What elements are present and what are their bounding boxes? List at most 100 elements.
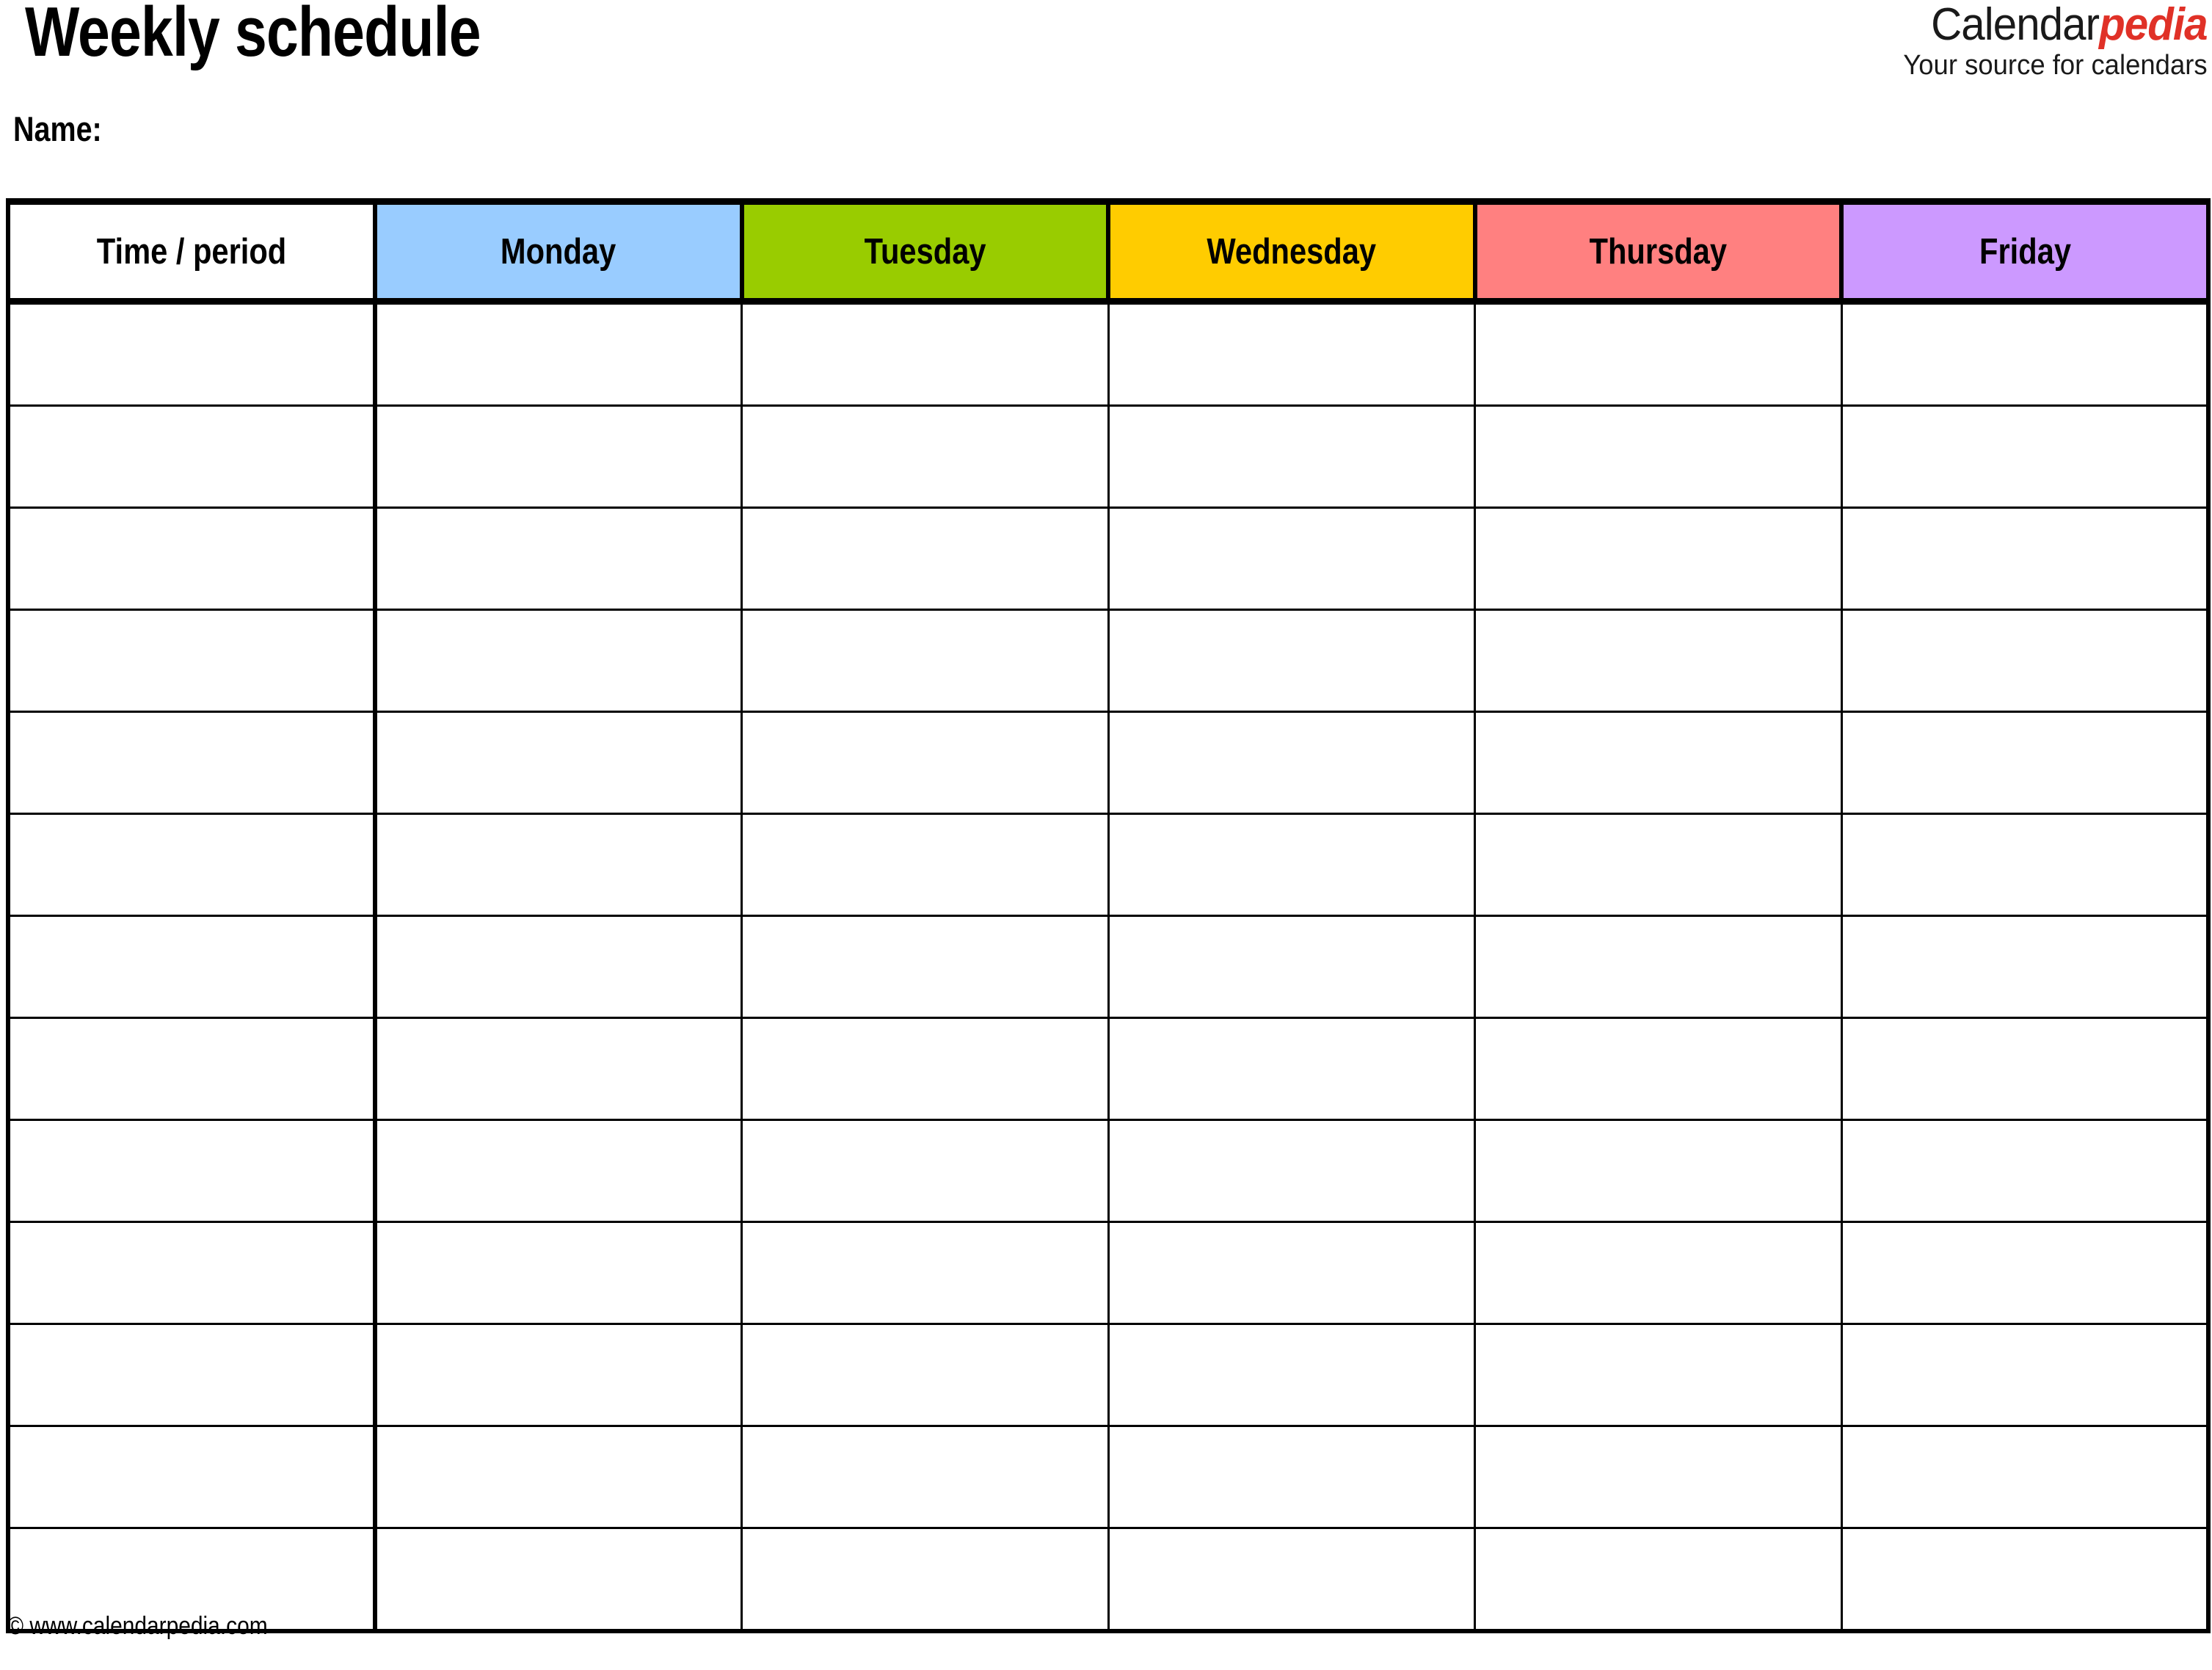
schedule-row	[6, 1425, 2211, 1529]
schedule-cell-monday[interactable]	[374, 813, 743, 917]
page-title: Weekly schedule	[25, 0, 481, 71]
schedule-row	[6, 1119, 2211, 1223]
schedule-cell-wednesday[interactable]	[1107, 813, 1477, 917]
column-header-time: Time / period	[6, 198, 377, 305]
schedule-cell-time[interactable]	[6, 1017, 377, 1121]
schedule-cell-tuesday[interactable]	[741, 1119, 1110, 1223]
schedule-cell-thursday[interactable]	[1474, 1527, 1843, 1633]
schedule-cell-wednesday[interactable]	[1107, 1017, 1477, 1121]
schedule-cell-monday[interactable]	[374, 1323, 743, 1427]
footer-copyright: © www.calendarpedia.com	[7, 1612, 268, 1640]
schedule-cell-thursday[interactable]	[1474, 711, 1843, 815]
schedule-cell-monday[interactable]	[374, 711, 743, 815]
schedule-cell-time[interactable]	[6, 1221, 377, 1325]
schedule-cell-tuesday[interactable]	[741, 1221, 1110, 1325]
name-field-label: Name:	[13, 109, 102, 148]
schedule-cell-time[interactable]	[6, 1119, 377, 1223]
schedule-cell-friday[interactable]	[1840, 1527, 2211, 1633]
schedule-row	[6, 404, 2211, 509]
schedule-cell-friday[interactable]	[1840, 1323, 2211, 1427]
schedule-cell-tuesday[interactable]	[741, 404, 1110, 509]
schedule-cell-monday[interactable]	[374, 609, 743, 713]
schedule-cell-time[interactable]	[6, 404, 377, 509]
schedule-cell-wednesday[interactable]	[1107, 1527, 1477, 1633]
schedule-cell-wednesday[interactable]	[1107, 711, 1477, 815]
schedule-cell-thursday[interactable]	[1474, 915, 1843, 1019]
column-header-thursday: Thursday	[1472, 198, 1844, 305]
schedule-cell-time[interactable]	[6, 1425, 377, 1529]
schedule-cell-time[interactable]	[6, 301, 377, 407]
schedule-cell-wednesday[interactable]	[1107, 1221, 1477, 1325]
schedule-cell-wednesday[interactable]	[1107, 404, 1477, 509]
schedule-cell-friday[interactable]	[1840, 609, 2211, 713]
schedule-header-row: Time / period Monday Tuesday Wednesday Thurs…	[6, 198, 2211, 305]
schedule-cell-time[interactable]	[6, 813, 377, 917]
schedule-row	[6, 301, 2211, 407]
schedule-cell-monday[interactable]	[374, 1119, 743, 1223]
schedule-cell-thursday[interactable]	[1474, 1221, 1843, 1325]
schedule-cell-monday[interactable]	[374, 1017, 743, 1121]
schedule-cell-time[interactable]	[6, 711, 377, 815]
schedule-row	[6, 609, 2211, 713]
logo-word-pedia: pedia	[2099, 0, 2208, 50]
schedule-cell-wednesday[interactable]	[1107, 915, 1477, 1019]
column-header-label: Wednesday	[1207, 231, 1377, 272]
schedule-cell-time[interactable]	[6, 915, 377, 1019]
schedule-cell-thursday[interactable]	[1474, 813, 1843, 917]
schedule-cell-wednesday[interactable]	[1107, 507, 1477, 611]
schedule-row	[6, 1527, 2211, 1633]
schedule-cell-tuesday[interactable]	[741, 609, 1110, 713]
schedule-cell-tuesday[interactable]	[741, 813, 1110, 917]
schedule-cell-wednesday[interactable]	[1107, 609, 1477, 713]
schedule-cell-thursday[interactable]	[1474, 301, 1843, 407]
schedule-cell-tuesday[interactable]	[741, 711, 1110, 815]
schedule-row	[6, 711, 2211, 815]
schedule-cell-tuesday[interactable]	[741, 301, 1110, 407]
schedule-cell-wednesday[interactable]	[1107, 1323, 1477, 1427]
logo-tagline: Your source for calendars	[1903, 50, 2208, 81]
schedule-cell-friday[interactable]	[1840, 915, 2211, 1019]
schedule-cell-thursday[interactable]	[1474, 1323, 1843, 1427]
schedule-cell-monday[interactable]	[374, 1425, 743, 1529]
schedule-cell-monday[interactable]	[374, 1527, 743, 1633]
schedule-cell-thursday[interactable]	[1474, 1017, 1843, 1121]
schedule-row	[6, 1323, 2211, 1427]
schedule-cell-wednesday[interactable]	[1107, 1425, 1477, 1529]
schedule-cell-time[interactable]	[6, 609, 377, 713]
schedule-cell-time[interactable]	[6, 507, 377, 611]
schedule-cell-tuesday[interactable]	[741, 1017, 1110, 1121]
schedule-cell-thursday[interactable]	[1474, 507, 1843, 611]
schedule-cell-tuesday[interactable]	[741, 1527, 1110, 1633]
schedule-cell-tuesday[interactable]	[741, 1323, 1110, 1427]
schedule-cell-tuesday[interactable]	[741, 915, 1110, 1019]
schedule-cell-friday[interactable]	[1840, 813, 2211, 917]
schedule-table-container: Time / period Monday Tuesday Wednesday Thurs…	[6, 198, 2211, 1633]
schedule-cell-friday[interactable]	[1840, 507, 2211, 611]
logo-wordmark: Calendarpedia	[1910, 1, 2208, 48]
schedule-cell-monday[interactable]	[374, 404, 743, 509]
schedule-cell-friday[interactable]	[1840, 404, 2211, 509]
schedule-cell-tuesday[interactable]	[741, 1425, 1110, 1529]
schedule-cell-friday[interactable]	[1840, 1425, 2211, 1529]
schedule-cell-thursday[interactable]	[1474, 404, 1843, 509]
schedule-cell-monday[interactable]	[374, 1221, 743, 1325]
schedule-cell-wednesday[interactable]	[1107, 1119, 1477, 1223]
schedule-cell-thursday[interactable]	[1474, 609, 1843, 713]
schedule-cell-thursday[interactable]	[1474, 1425, 1843, 1529]
schedule-cell-thursday[interactable]	[1474, 1119, 1843, 1223]
schedule-cell-friday[interactable]	[1840, 711, 2211, 815]
schedule-cell-friday[interactable]	[1840, 301, 2211, 407]
schedule-cell-monday[interactable]	[374, 301, 743, 407]
column-header-label: Monday	[501, 231, 616, 272]
schedule-cell-monday[interactable]	[374, 507, 743, 611]
schedule-cell-time[interactable]	[6, 1323, 377, 1427]
schedule-cell-friday[interactable]	[1840, 1119, 2211, 1223]
schedule-table-head: Time / period Monday Tuesday Wednesday Thurs…	[6, 198, 2211, 305]
column-header-friday: Friday	[1839, 198, 2211, 305]
schedule-cell-tuesday[interactable]	[741, 507, 1110, 611]
schedule-cell-friday[interactable]	[1840, 1221, 2211, 1325]
schedule-cell-friday[interactable]	[1840, 1017, 2211, 1121]
column-header-label: Tuesday	[864, 231, 986, 272]
schedule-cell-monday[interactable]	[374, 915, 743, 1019]
schedule-cell-wednesday[interactable]	[1107, 301, 1477, 407]
